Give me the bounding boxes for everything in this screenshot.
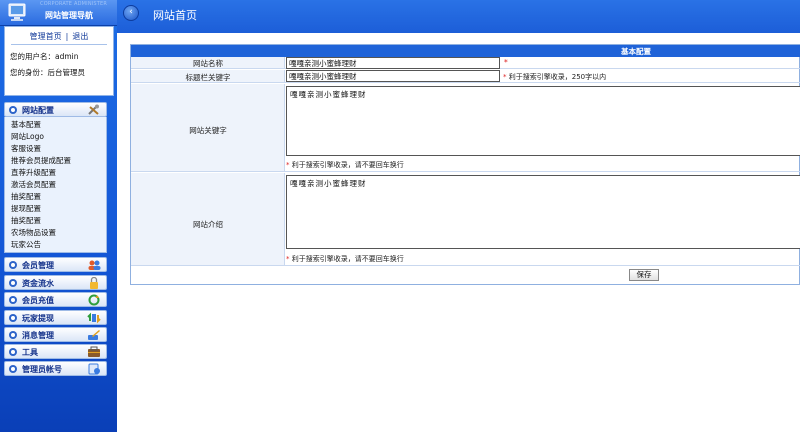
site-name-label: 网站名称 [193,59,223,68]
site-intro-hint: * 利于搜索引擎收录，请不要回车换行 [286,254,404,264]
basic-config-form: 基本配置 网站名称 嘎嘎亲测小蜜蜂理财 * 标题栏关键字 嘎嘎亲测小蜜蜂理财 *… [130,44,800,285]
page-title: 网站首页 [153,9,197,22]
nav-item-withdraw-config[interactable]: 提现配置 [11,203,41,214]
sidebar-logo: CORPORATE ADMINISTER 网站管理导航 [0,0,117,26]
title-keywords-input[interactable]: 嘎嘎亲测小蜜蜂理财 [286,70,500,82]
bullet-icon [9,106,17,114]
nav-item-direct-upgrade[interactable]: 直荐升级配置 [11,167,56,178]
field-value-cell: 嘎嘎亲测小蜜蜂理财 * [286,57,800,69]
admin-icon [88,363,100,375]
nav-group-fund-flow[interactable]: 资金流水 [4,275,107,290]
divider [11,44,107,45]
admin-home-link[interactable]: 管理首页 [30,32,62,41]
logout-link[interactable]: 退出 [72,32,88,41]
user-links: 管理首页 | 退出 [5,31,113,42]
field-label-cell: 标题栏关键字 [131,70,285,82]
field-label-cell: 网站名称 [131,57,285,68]
site-intro-label: 网站介绍 [193,220,223,229]
username-row: 您的用户名：admin [10,51,79,62]
bullet-icon [9,296,17,304]
title-keywords-hint: * 利于搜索引擎收录，250字以内 [503,72,606,82]
user-panel: 管理首页 | 退出 您的用户名：admin 您的身份：后台管理员 [4,26,114,96]
bullet-icon [9,348,17,356]
user-role-value: 后台管理员 [47,68,86,77]
sidebar: CORPORATE ADMINISTER 网站管理导航 管理首页 | 退出 您的用户… [0,0,117,432]
wrench-icon [88,346,100,357]
nav-group-member-recharge[interactable]: 会员充值 [4,292,107,307]
form-header: 基本配置 [131,45,800,57]
nav-group-admin-account[interactable]: 管理员帐号 [4,361,107,376]
back-arrow-icon[interactable]: ‹ [123,5,139,21]
nav-item-lottery-config[interactable]: 抽奖配置 [11,191,41,202]
user-role-label: 您的身份： [10,68,48,77]
hint-text: 利于搜索引擎收录，250字以内 [508,73,607,81]
users-icon [88,260,101,270]
form-row-title-keywords: 标题栏关键字 嘎嘎亲测小蜜蜂理财 * 利于搜索引擎收录，250字以内 [131,70,800,83]
site-keywords-textarea[interactable]: 嘎嘎亲测小蜜蜂理财 [286,86,800,156]
nav-item-site-logo[interactable]: 网站Logo [11,131,44,142]
top-bar: ‹ 网站首页 [117,0,800,33]
tools-icon [88,104,99,115]
content-area: 基本配置 网站名称 嘎嘎亲测小蜜蜂理财 * 标题栏关键字 嘎嘎亲测小蜜蜂理财 *… [117,33,800,432]
nav-group-label: 消息管理 [22,331,54,340]
username-label: 您的用户名： [10,52,55,61]
site-keywords-hint: * 利于搜索引擎收录，请不要回车换行 [286,160,404,170]
refresh-icon [88,294,100,306]
username-value: admin [55,52,79,61]
nav-group-label: 玩家提现 [22,314,54,323]
form-row-site-name: 网站名称 嘎嘎亲测小蜜蜂理财 * [131,57,800,69]
form-row-site-intro: 网站介绍 嘎嘎亲测小蜜蜂理财 * 利于搜索引擎收录，请不要回车换行 [131,173,800,266]
hint-star: * [286,255,290,263]
computer-icon [8,3,26,21]
site-intro-textarea[interactable]: 嘎嘎亲测小蜜蜂理财 [286,175,800,249]
lock-icon [90,277,98,289]
hint-text: 利于搜索引擎收录，请不要回车换行 [291,255,404,263]
nav-item-referral-commission[interactable]: 推荐会员提成配置 [11,155,71,166]
nav-item-activate-member[interactable]: 激活会员配置 [11,179,56,190]
nav-group-label: 网站配置 [22,106,54,115]
nav-group-label: 资金流水 [22,279,54,288]
bullet-icon [9,261,17,269]
nav-group-tools[interactable]: 工具 [4,344,107,359]
title-keywords-label: 标题栏关键字 [185,73,231,82]
nav-group-label: 工具 [22,348,38,357]
nav-item-lottery-config-2[interactable]: 抽奖配置 [11,215,41,226]
field-label-cell: 网站关键字 [131,84,285,171]
required-mark: * [504,58,508,67]
nav-item-farm-items[interactable]: 农场物品设置 [11,227,56,238]
field-value-cell: 嘎嘎亲测小蜜蜂理财 * 利于搜索引擎收录，请不要回车换行 [286,84,800,171]
field-value-cell: 嘎嘎亲测小蜜蜂理财 * 利于搜索引擎收录，250字以内 [286,70,800,82]
field-label-cell: 网站介绍 [131,173,285,265]
hint-text: 利于搜索引擎收录，请不要回车换行 [291,161,404,169]
bullet-icon [9,279,17,287]
user-role-row: 您的身份：后台管理员 [10,67,85,78]
logo-title: 网站管理导航 [45,11,93,20]
nav-group-label: 会员管理 [22,261,54,270]
nav-item-basic-config[interactable]: 基本配置 [11,119,41,130]
nav-group-site-config[interactable]: 网站配置 [4,102,107,117]
exchange-icon [87,312,101,324]
site-keywords-label: 网站关键字 [189,126,227,135]
hint-star: * [286,161,290,169]
bullet-icon [9,365,17,373]
nav-group-site-config-items: 基本配置 网站Logo 客服设置 推荐会员提成配置 直荐升级配置 激活会员配置 … [4,117,107,253]
nav-group-member-management[interactable]: 会员管理 [4,257,107,272]
bullet-icon [9,314,17,322]
nav-group-message-management[interactable]: 消息管理 [4,327,107,342]
form-row-site-keywords: 网站关键字 嘎嘎亲测小蜜蜂理财 * 利于搜索引擎收录，请不要回车换行 [131,84,800,172]
site-name-input[interactable]: 嘎嘎亲测小蜜蜂理财 [286,57,500,69]
link-separator: | [65,32,69,41]
nav-group-player-withdraw[interactable]: 玩家提现 [4,310,107,325]
nav-group-label: 会员充值 [22,296,54,305]
bullet-icon [9,331,17,339]
nav-item-player-notice[interactable]: 玩家公告 [11,239,41,250]
nav-group-label: 管理员帐号 [22,365,62,374]
nav-item-customer-service[interactable]: 客服设置 [11,143,41,154]
form-title: 基本配置 [621,47,651,56]
hint-star: * [503,73,507,81]
save-button[interactable]: 保存 [629,269,659,281]
field-value-cell: 嘎嘎亲测小蜜蜂理财 * 利于搜索引擎收录，请不要回车换行 [286,173,800,265]
edit-icon [88,330,100,340]
logo-subtitle: CORPORATE ADMINISTER [40,1,108,7]
